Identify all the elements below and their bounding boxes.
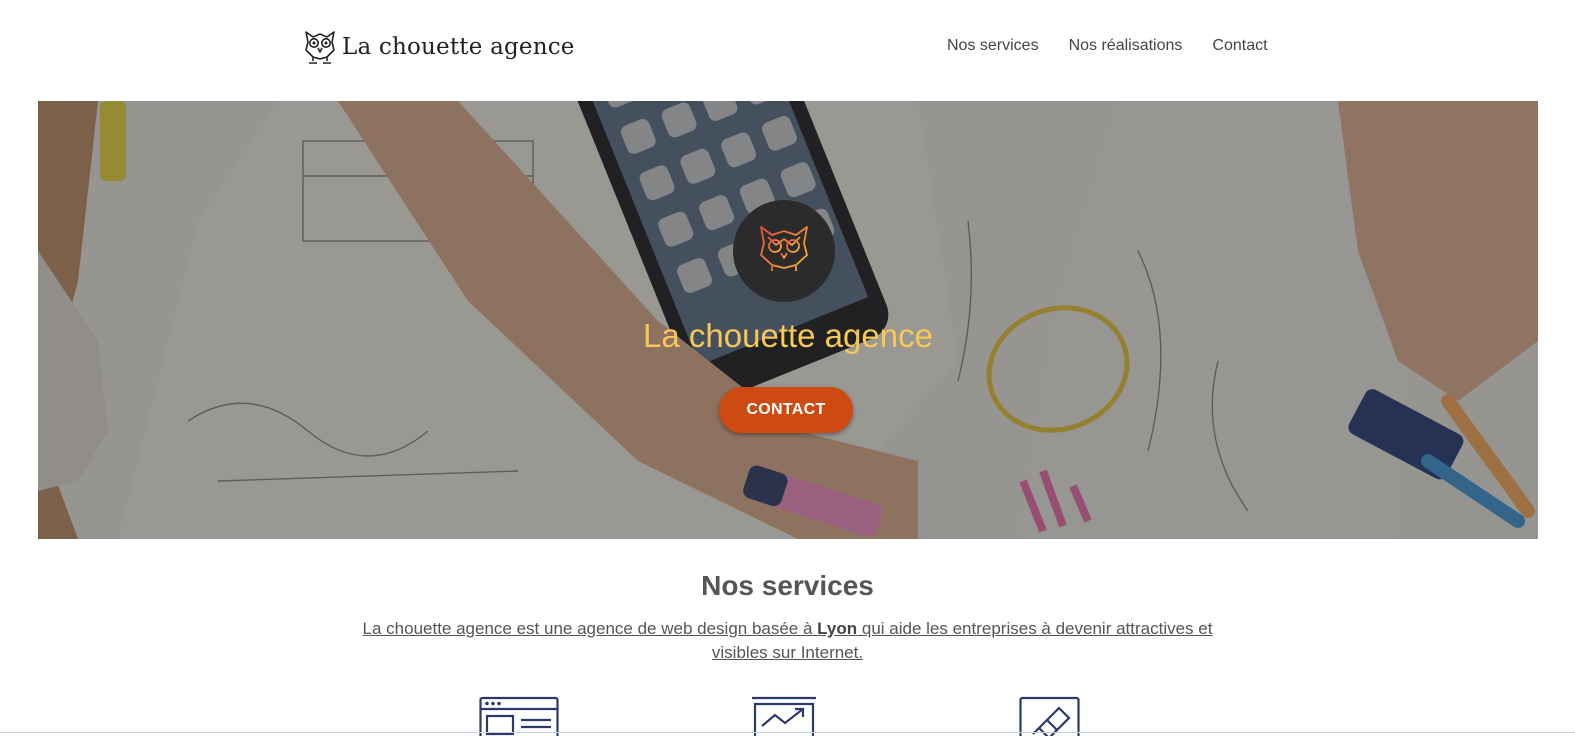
pencil-edit-icon xyxy=(1019,696,1081,736)
site-logo[interactable]: La chouette agence xyxy=(303,27,575,67)
nav-link-services[interactable]: Nos services xyxy=(947,36,1039,56)
logo-text: La chouette agence xyxy=(342,34,575,60)
site-header: La chouette agence Nos services Nos réal… xyxy=(0,0,1575,100)
chart-trend-icon xyxy=(751,696,817,736)
hero-banner: La chouette agence CONTACT xyxy=(38,101,1538,539)
hero-owl-badge xyxy=(733,200,835,302)
main-nav: Nos services Nos réalisations Contact xyxy=(947,36,1268,56)
contact-button[interactable]: CONTACT xyxy=(719,387,853,433)
owl-logo-icon xyxy=(760,226,808,276)
hero-title: La chouette agence xyxy=(643,317,933,354)
services-heading: Nos services xyxy=(701,570,874,601)
nav-link-realisations[interactable]: Nos réalisations xyxy=(1069,36,1183,56)
services-desc-city: Lyon xyxy=(817,619,858,638)
services-desc-text-1: La chouette agence est une agence de web… xyxy=(362,619,818,638)
webpage-layout-icon xyxy=(479,696,559,736)
nav-link-contact[interactable]: Contact xyxy=(1212,36,1267,56)
owl-logo-icon xyxy=(305,31,335,64)
page-divider xyxy=(0,732,1575,733)
services-description[interactable]: La chouette agence est une agence de web… xyxy=(360,617,1215,665)
